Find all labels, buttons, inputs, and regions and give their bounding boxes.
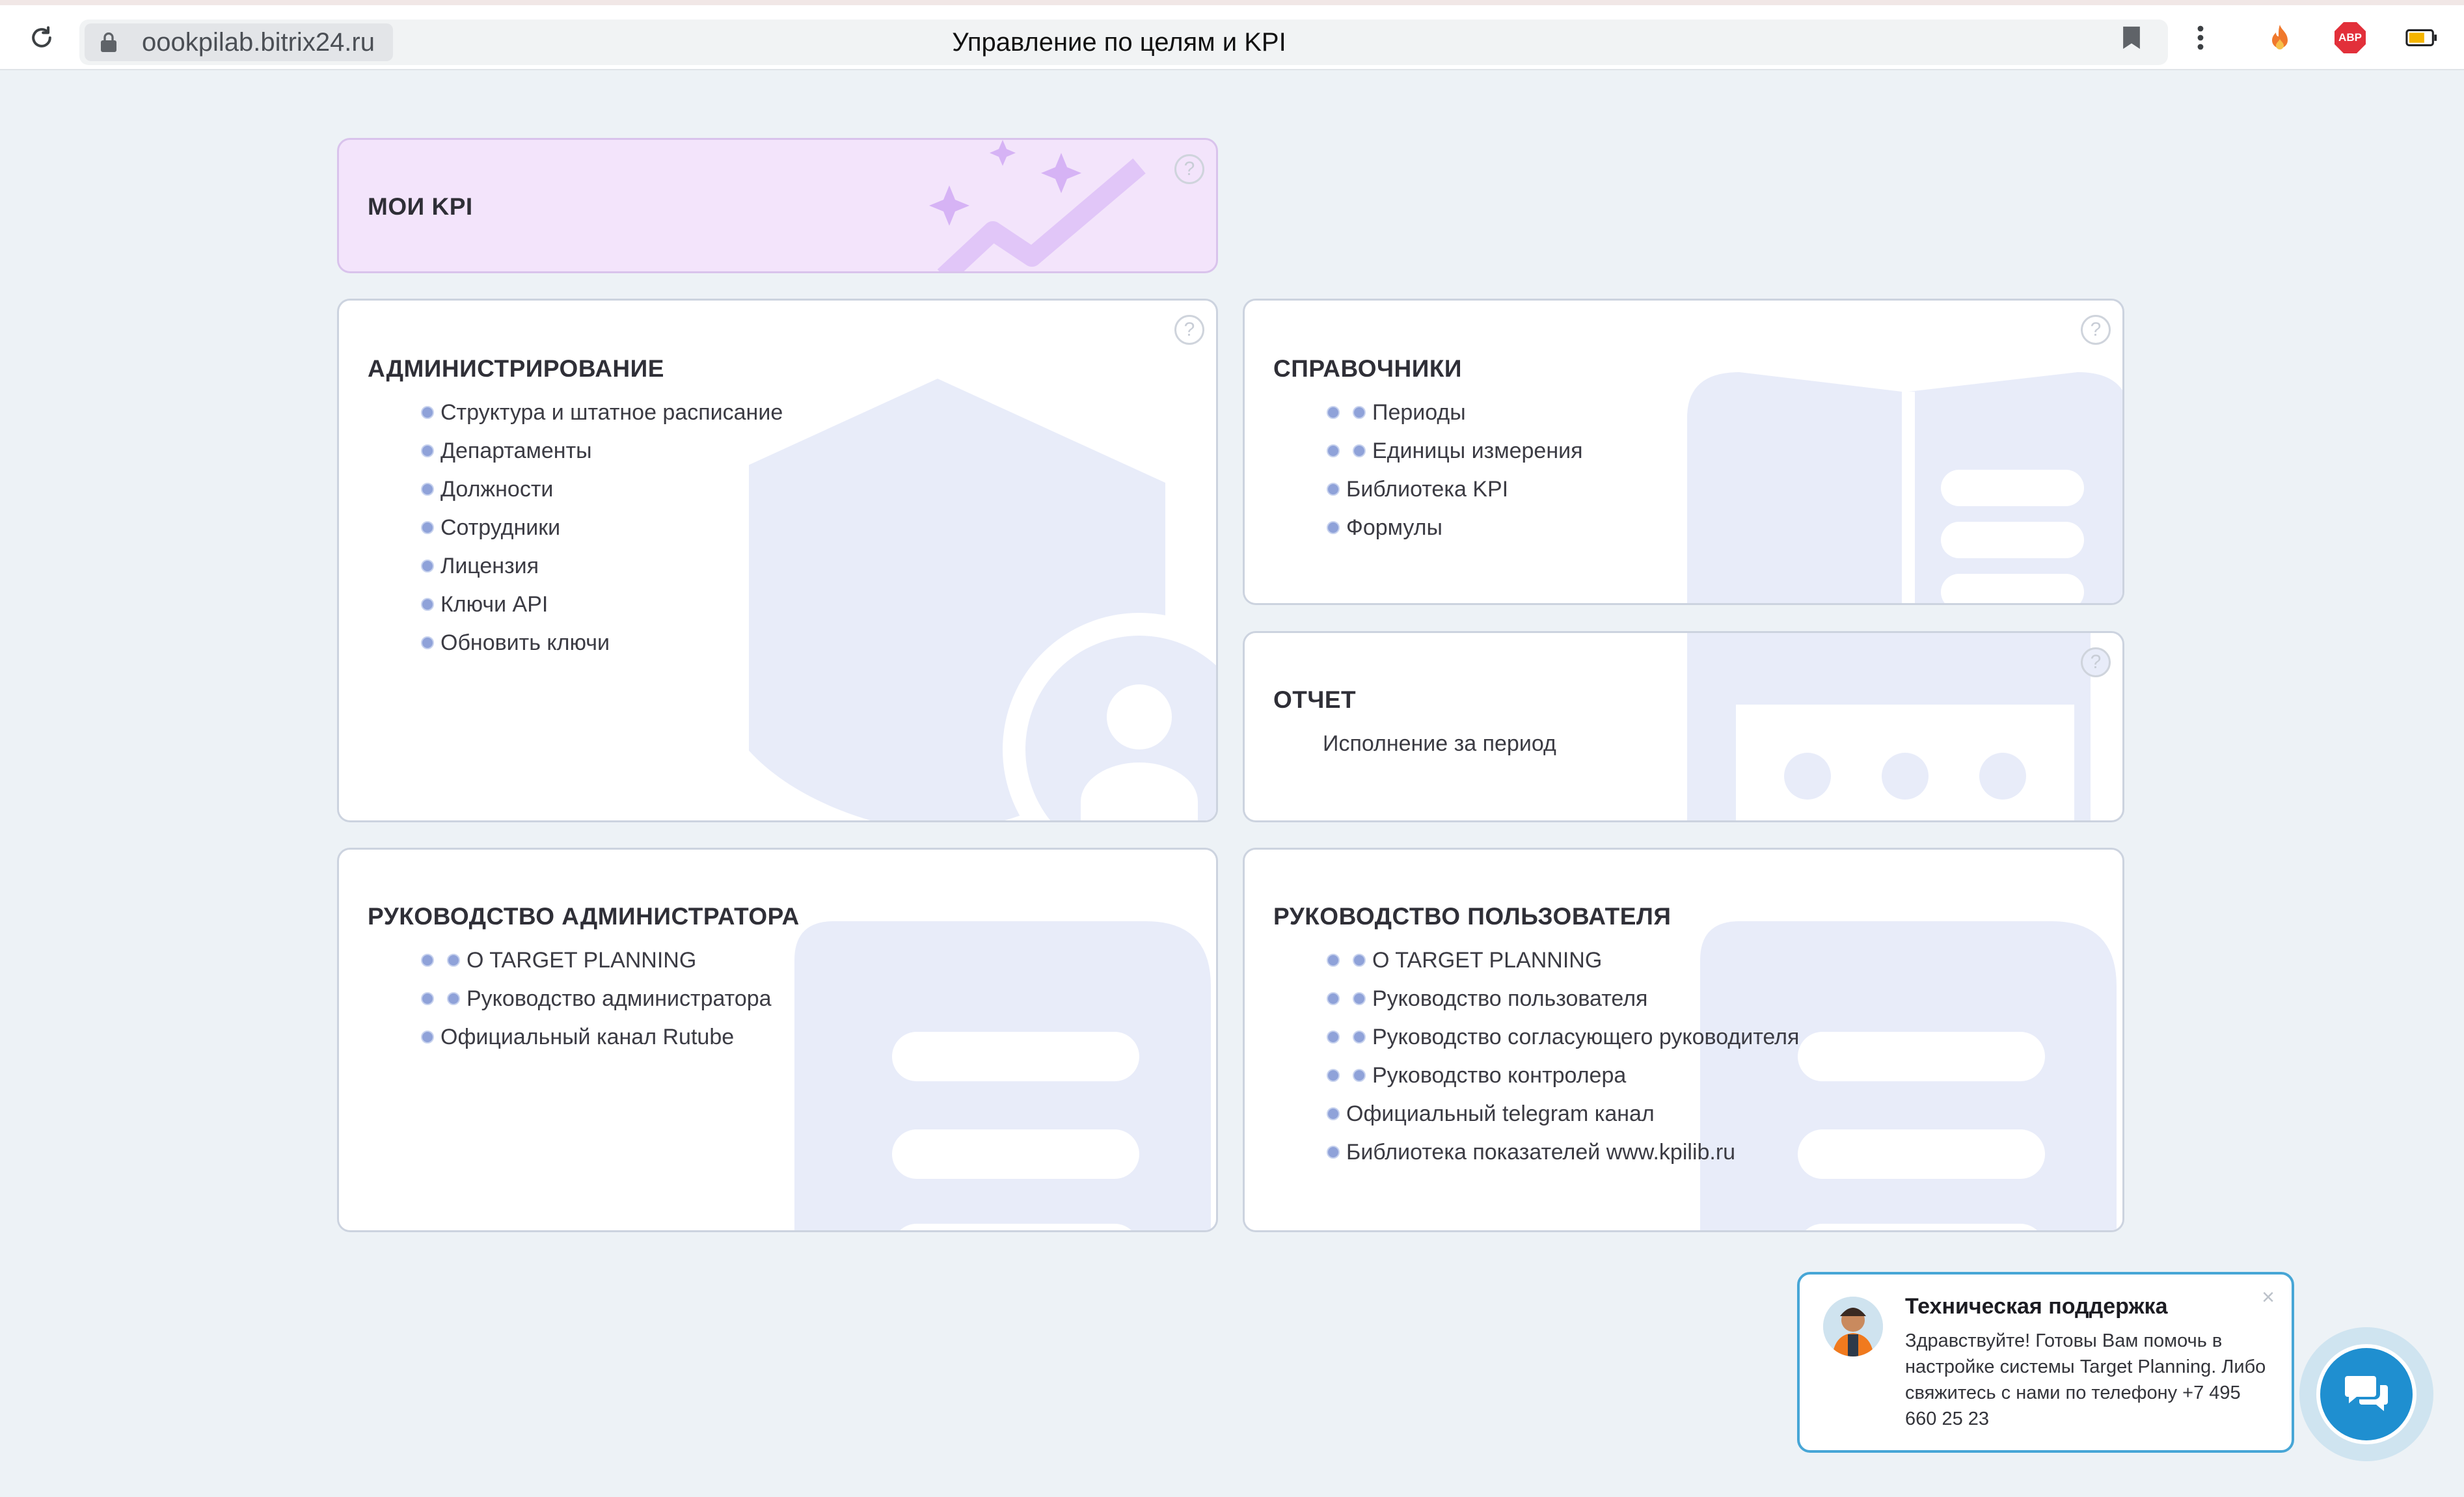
link-positions[interactable]: Должности [421,470,783,508]
chat-button-inner[interactable] [2316,1344,2417,1444]
bullet-icon [1327,1145,1340,1159]
bullet-icon [421,636,434,649]
support-title: Техническая поддержка [1905,1294,2168,1319]
adblock-icon[interactable]: ABP [2332,20,2368,56]
card-user-guide: РУКОВОДСТВО ПОЛЬЗОВАТЕЛЯ O TARGET PLANNI… [1243,848,2124,1232]
window-top-strip [0,0,2464,5]
url-chip[interactable]: oookpilab.bitrix24.ru [85,23,393,61]
bullet-icon [1353,1030,1366,1044]
shield-user-icon [710,379,1216,820]
reference-links: Периоды Единицы измерения Библиотека KPI… [1327,393,1583,546]
bullet-icon [1327,405,1340,419]
reload-icon[interactable] [23,20,60,56]
help-icon[interactable]: ? [2081,647,2111,677]
help-icon[interactable]: ? [1174,315,1204,345]
card-admin-guide: РУКОВОДСТВО АДМИНИСТРАТОРА O TARGET PLAN… [337,848,1218,1232]
bullet-icon [1353,405,1366,419]
bullet-icon [421,1030,434,1044]
link-departments[interactable]: Департаменты [421,431,783,470]
bullet-icon [1327,991,1340,1005]
report-document-icon [1687,633,2122,820]
url-text: oookpilab.bitrix24.ru [142,28,375,57]
card-title: ОТЧЕТ [1273,686,1357,713]
extension-fire-icon[interactable] [2262,20,2298,56]
card-reference: ? СПРАВОЧНИКИ Периоды Единицы измерения … [1243,299,2124,605]
link-admin-manual[interactable]: Руководство администратора [421,979,772,1018]
link-api-keys[interactable]: Ключи API [421,585,783,623]
browser-toolbar: oookpilab.bitrix24.ru Управление по целя… [0,5,2464,70]
bullet-icon [421,559,434,573]
card-title: СПРАВОЧНИКИ [1273,355,1463,382]
link-rutube-channel[interactable]: Официальный канал Rutube [421,1018,772,1056]
admin-links: Структура и штатное расписание Департаме… [421,393,783,662]
bullet-icon [421,405,434,419]
support-message: Здравствуйте! Готовы Вам помочь в настро… [1905,1330,2266,1429]
link-user-manual[interactable]: Руководство пользователя [1327,979,1799,1018]
lock-icon [99,31,118,57]
card-my-kpi[interactable]: ? МОИ KPI [337,138,1218,273]
card-title: МОИ KPI [368,193,473,220]
bullet-icon [421,482,434,496]
card-report: ? ОТЧЕТ Исполнение за период [1243,631,2124,822]
bullet-icon [1353,444,1366,457]
bullet-icon [421,520,434,534]
user-guide-links: O TARGET PLANNING Руководство пользовате… [1327,941,1799,1171]
book-icon [1687,366,2122,603]
link-kpilib[interactable]: Библиотека показателей www.kpilib.ru [1327,1133,1799,1171]
battery-icon [2403,20,2440,56]
card-administration: ? АДМИНИСТРИРОВАНИЕ Структура и штатное … [337,299,1218,822]
link-kpi-library[interactable]: Библиотека KPI [1327,470,1583,508]
link-telegram-channel[interactable]: Официальный telegram канал [1327,1094,1799,1133]
help-icon[interactable]: ? [2081,315,2111,345]
close-icon[interactable]: × [2262,1285,2275,1310]
link-structure[interactable]: Структура и штатное расписание [421,393,783,431]
page-title: Управление по целям и KPI [952,28,1286,57]
link-employees[interactable]: Сотрудники [421,508,783,546]
bullet-icon [1327,444,1340,457]
report-links: Исполнение за период [1323,724,1556,762]
bullet-icon [421,991,434,1005]
chat-bubbles-icon [2345,1376,2388,1411]
link-controller-manual[interactable]: Руководство контролера [1327,1056,1799,1094]
bullet-icon [1327,1107,1340,1120]
link-license[interactable]: Лицензия [421,546,783,585]
bullet-icon [421,444,434,457]
document-icon [794,921,1216,1230]
link-period-execution[interactable]: Исполнение за период [1323,724,1556,762]
admin-guide-links: O TARGET PLANNING Руководство администра… [421,941,772,1056]
bullet-icon [421,597,434,611]
link-formulas[interactable]: Формулы [1327,508,1583,546]
help-icon[interactable]: ? [1174,154,1204,184]
bullet-icon [1327,482,1340,496]
bullet-icon [1327,520,1340,534]
link-periods[interactable]: Периоды [1327,393,1583,431]
card-title: РУКОВОДСТВО ПОЛЬЗОВАТЕЛЯ [1273,903,1672,930]
bullet-icon [447,953,460,967]
bookmark-icon[interactable] [2113,20,2150,56]
support-avatar [1823,1297,1883,1356]
card-title: АДМИНИСТРИРОВАНИЕ [368,355,664,382]
bullet-icon [1327,953,1340,967]
adblock-label: ABP [2338,31,2362,44]
bullet-icon [421,953,434,967]
support-popup[interactable]: Техническая поддержка Здравствуйте! Гото… [1797,1272,2294,1453]
bullet-icon [447,991,460,1005]
link-approver-manual[interactable]: Руководство согласующего руководителя [1327,1018,1799,1056]
kpi-sparkle-chart-icon [925,140,1159,271]
bullet-icon [1353,953,1366,967]
link-refresh-keys[interactable]: Обновить ключи [421,623,783,662]
chat-button[interactable] [2299,1327,2433,1461]
bullet-icon [1353,991,1366,1005]
link-about-target-planning[interactable]: O TARGET PLANNING [1327,941,1799,979]
link-units[interactable]: Единицы измерения [1327,431,1583,470]
bullet-icon [1353,1068,1366,1082]
link-about-target-planning[interactable]: O TARGET PLANNING [421,941,772,979]
bullet-icon [1327,1068,1340,1082]
more-menu-icon[interactable] [2182,20,2219,56]
card-title: РУКОВОДСТВО АДМИНИСТРАТОРА [368,903,800,930]
bullet-icon [1327,1030,1340,1044]
